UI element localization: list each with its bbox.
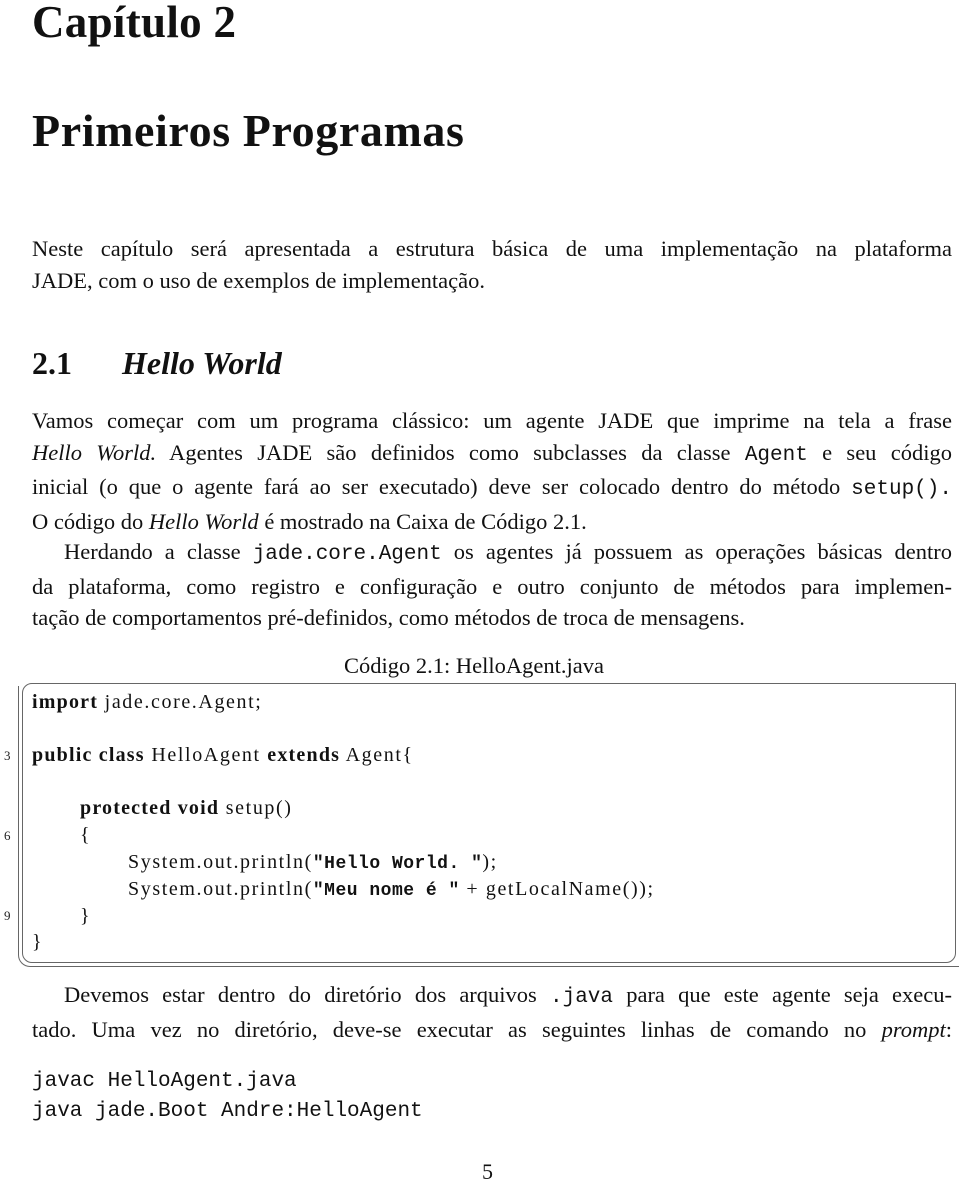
text: Agentes JADE são definidos como subclass…	[156, 439, 745, 465]
code-line-print-hello: System.out.println("Hello World. ");	[128, 849, 498, 877]
inline-code: jade.core.Agent	[252, 543, 442, 566]
command-line: javac HelloAgent.java	[32, 1070, 297, 1093]
italic-text: Hello World	[148, 508, 259, 534]
code-line-class: public class HelloAgent extends Agent{	[32, 742, 414, 768]
section-number: 2.1	[32, 345, 72, 381]
text: Herdando a classe	[64, 539, 253, 564]
inline-code: Agent	[744, 443, 808, 467]
text: os agentes já possuem as operações básic…	[441, 539, 952, 564]
italic-text: prompt	[881, 1016, 946, 1042]
text: e seu código	[807, 439, 952, 465]
code-line-print-name: System.out.println("Meu nome é " + getLo…	[128, 876, 655, 904]
code-text: System.out.println(	[128, 878, 313, 900]
intro-line: Neste capítulo será apresentada a estrut…	[32, 236, 952, 261]
inline-code: .java	[550, 986, 614, 1009]
code-text: System.out.println(	[128, 851, 313, 873]
code-line-import: import jade.core.Agent;	[32, 689, 262, 715]
code-line-method: protected void setup()	[80, 795, 293, 821]
keyword: class	[92, 744, 145, 766]
text: :	[945, 1016, 952, 1042]
text: é mostrado na Caixa de Código 2.1.	[258, 508, 587, 534]
intro-paragraph: Neste capítulo será apresentada a estrut…	[32, 233, 952, 296]
string-literal: "Meu nome é "	[312, 881, 460, 901]
code-line-close-class: }	[32, 931, 44, 953]
code-line-close-method: }	[80, 905, 92, 927]
keyword: extends	[267, 744, 341, 766]
code-text: Agent{	[340, 744, 414, 766]
paragraph-hello-world-intro: Vamos começar com um programa clássico: …	[32, 405, 952, 537]
paragraph-line: inicial (o que o agente fará ao ser exec…	[32, 471, 952, 506]
paragraph-line: Devemos estar dentro do diretório dos ar…	[32, 979, 952, 1014]
chapter-title: Primeiros Programas	[32, 105, 465, 156]
text: Devemos estar dentro do diretório dos ar…	[64, 982, 550, 1007]
paragraph-execution: Devemos estar dentro do diretório dos ar…	[32, 979, 952, 1045]
line-number: 3	[4, 748, 11, 763]
keyword: protected	[80, 797, 172, 819]
text: tado. Uma vez no diretório, deve-se exec…	[32, 1016, 882, 1042]
code-text: + getLocalName());	[459, 878, 655, 900]
inline-code: setup().	[851, 478, 952, 501]
paragraph-line: tação de comportamentos pré-definidos, c…	[32, 605, 745, 630]
italic-text: Hello World.	[32, 439, 157, 465]
keyword: public	[32, 744, 93, 766]
paragraph-line: tado. Uma vez no diretório, deve-se exec…	[32, 1014, 952, 1046]
text: inicial (o que o agente fará ao ser exec…	[32, 474, 852, 499]
code-line-open-brace: {	[80, 824, 92, 846]
paragraph-inheritance: Herdando a classe jade.core.Agent os age…	[32, 536, 952, 634]
chapter-label: Capítulo 2	[32, 0, 237, 47]
intro-line: JADE, com o uso de exemplos de implement…	[32, 267, 486, 293]
line-number: 6	[4, 828, 11, 843]
keyword: import	[32, 691, 99, 713]
string-literal: "Hello World. "	[312, 854, 483, 874]
code-text: HelloAgent	[144, 744, 268, 766]
code-text: setup()	[219, 797, 293, 819]
paragraph-line: da plataforma, como registro e configura…	[32, 573, 952, 599]
code-box	[22, 683, 956, 963]
section-heading: 2.1 Hello World	[32, 343, 282, 383]
code-text: );	[482, 851, 498, 873]
paragraph-line: O código do Hello World é mostrado na Ca…	[32, 506, 952, 538]
text: O código do	[32, 508, 149, 534]
code-text: jade.core.Agent;	[98, 691, 263, 713]
keyword: void	[171, 797, 220, 819]
section-title: Hello World	[122, 345, 282, 381]
paragraph-line: Herdando a classe jade.core.Agent os age…	[32, 536, 952, 571]
line-number: 9	[4, 908, 11, 923]
paragraph-line: Hello World. Agentes JADE são definidos …	[32, 437, 952, 472]
text: para que este agente seja execu-	[613, 982, 952, 1007]
paragraph-line: Vamos começar com um programa clássico: …	[32, 408, 952, 433]
code-caption: Código 2.1: HelloAgent.java	[344, 653, 604, 678]
command-line: java jade.Boot Andre:HelloAgent	[32, 1100, 423, 1123]
